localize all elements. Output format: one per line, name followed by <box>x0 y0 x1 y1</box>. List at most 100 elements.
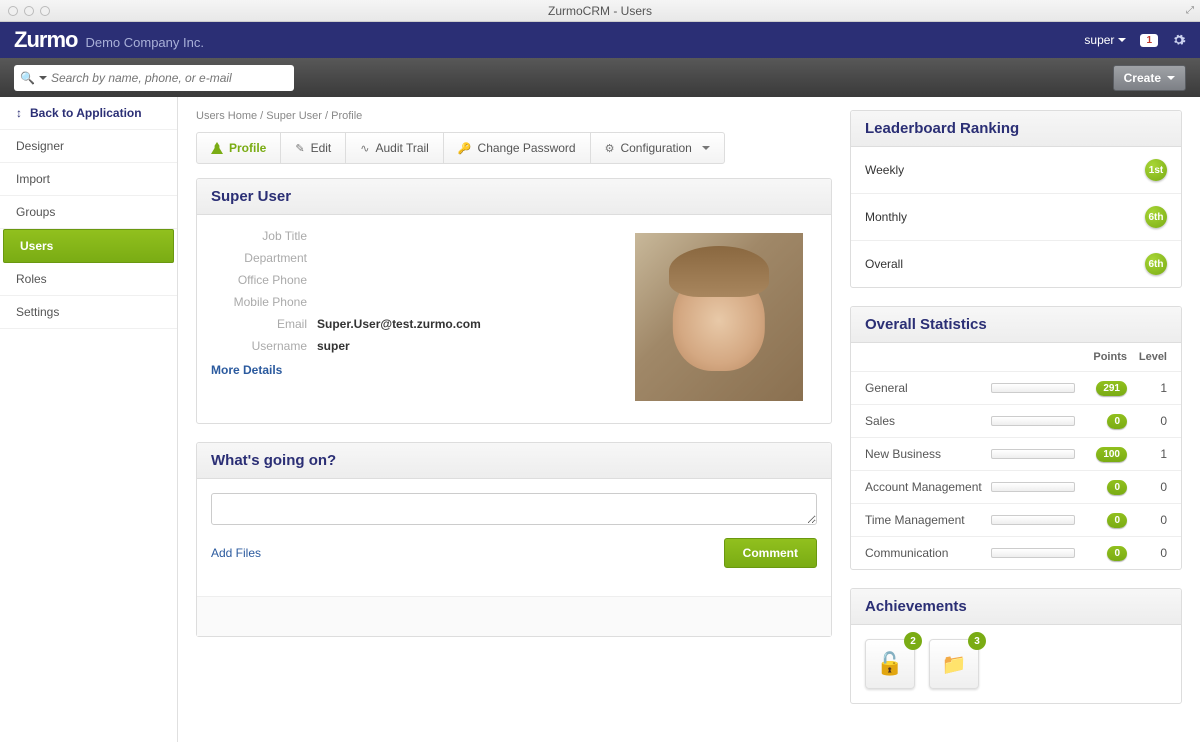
stat-row: Communication 00 <box>851 536 1181 569</box>
sidebar-item-roles[interactable]: Roles <box>0 263 177 296</box>
lock-open-icon: 🔓 <box>876 651 903 677</box>
stat-points-pill: 0 <box>1107 546 1127 561</box>
username-value: super <box>317 339 350 353</box>
tab-change-password[interactable]: 🔑 Change Password <box>443 132 591 164</box>
achievements-title: Achievements <box>851 589 1181 625</box>
comment-button[interactable]: Comment <box>724 538 817 568</box>
stat-progress-bar <box>991 548 1075 558</box>
achievement-item[interactable]: 📁 3 <box>929 639 979 689</box>
leaderboard-row-overall: Overall 6th <box>851 241 1181 287</box>
stat-row: Sales00 <box>851 404 1181 437</box>
activity-panel-title: What's going on? <box>197 443 831 479</box>
stat-points-pill: 0 <box>1107 513 1127 528</box>
brand-logo[interactable]: Zurmo Demo Company Inc. <box>14 27 204 53</box>
stat-progress-bar <box>991 482 1075 492</box>
stat-points-pill: 291 <box>1096 381 1127 396</box>
create-button[interactable]: Create <box>1113 65 1186 91</box>
tab-configuration[interactable]: ⚙ Configuration <box>590 132 725 164</box>
rank-badge: 6th <box>1145 253 1167 275</box>
user-avatar <box>635 233 803 401</box>
sidebar-back-label: Back to Application <box>30 106 142 120</box>
close-window-icon[interactable] <box>8 6 18 16</box>
stats-header: Points Level <box>851 343 1181 371</box>
admin-sidebar: ↕ Back to Application Designer Import Gr… <box>0 97 178 742</box>
folder-icon: 📁 <box>942 652 967 677</box>
arrow-left-icon: ↕ <box>16 106 22 120</box>
breadcrumb-current: Profile <box>331 110 362 122</box>
zoom-window-icon[interactable] <box>40 6 50 16</box>
department-label: Department <box>197 251 317 265</box>
tab-edit[interactable]: ✎ Edit <box>280 132 346 164</box>
chevron-down-icon <box>702 146 710 150</box>
settings-gear-icon[interactable] <box>1172 33 1186 47</box>
notification-badge[interactable]: 1 <box>1140 34 1158 47</box>
leaderboard-row-monthly: Monthly 6th <box>851 194 1181 241</box>
leaderboard-panel: Leaderboard Ranking Weekly 1st Monthly 6… <box>850 110 1182 288</box>
maximize-icon[interactable]: ⤢ <box>1186 5 1194 16</box>
search-input[interactable] <box>51 71 288 85</box>
mobile-phone-label: Mobile Phone <box>197 295 317 309</box>
breadcrumb-super-user[interactable]: Super User <box>266 110 322 122</box>
stat-label: New Business <box>865 447 989 461</box>
breadcrumb-users-home[interactable]: Users Home <box>196 110 257 122</box>
email-label: Email <box>197 317 317 331</box>
sidebar-item-settings[interactable]: Settings <box>0 296 177 329</box>
stat-progress-bar <box>991 515 1075 525</box>
search-icon: 🔍 <box>20 71 35 85</box>
sidebar-item-import[interactable]: Import <box>0 163 177 196</box>
stat-points-pill: 0 <box>1107 480 1127 495</box>
sidebar-back-link[interactable]: ↕ Back to Application <box>0 97 177 130</box>
leaderboard-title: Leaderboard Ranking <box>851 111 1181 147</box>
stat-level: 0 <box>1127 546 1167 560</box>
window-titlebar: ZurmoCRM - Users ⤢ <box>0 0 1200 22</box>
stat-label: Account Management <box>865 480 989 494</box>
activity-textarea[interactable] <box>211 493 817 525</box>
sidebar-item-designer[interactable]: Designer <box>0 130 177 163</box>
profile-panel: Super User Job Title Department Office P… <box>196 178 832 424</box>
minimize-window-icon[interactable] <box>24 6 34 16</box>
tab-profile[interactable]: Profile <box>196 132 281 164</box>
activity-panel: What's going on? Add Files Comment <box>196 442 832 637</box>
stat-label: Sales <box>865 414 989 428</box>
stat-level: 1 <box>1127 381 1167 395</box>
job-title-label: Job Title <box>197 229 317 243</box>
stat-progress-bar <box>991 383 1075 393</box>
leaderboard-row-weekly: Weekly 1st <box>851 147 1181 194</box>
stat-label: Communication <box>865 546 989 560</box>
stat-row: New Business1001 <box>851 437 1181 470</box>
achievement-item[interactable]: 🔓 2 <box>865 639 915 689</box>
person-icon <box>211 142 223 154</box>
user-menu-label: super <box>1084 33 1114 47</box>
stat-row: General2911 <box>851 371 1181 404</box>
search-toolbar: 🔍 Create <box>0 58 1200 97</box>
pencil-icon: ✎ <box>295 142 304 155</box>
profile-panel-title: Super User <box>197 179 831 215</box>
add-files-link[interactable]: Add Files <box>211 546 261 560</box>
global-search[interactable]: 🔍 <box>14 65 294 91</box>
username-label: Username <box>197 339 317 353</box>
stat-level: 0 <box>1127 513 1167 527</box>
office-phone-label: Office Phone <box>197 273 317 287</box>
achievement-count: 2 <box>904 632 922 650</box>
stat-row: Time Management00 <box>851 503 1181 536</box>
breadcrumb: Users Home / Super User / Profile <box>196 110 832 122</box>
gear-icon: ⚙ <box>605 142 615 155</box>
audit-icon: ∿ <box>360 142 369 155</box>
stat-progress-bar <box>991 449 1075 459</box>
brand-name: Zurmo <box>14 27 77 53</box>
window-controls[interactable] <box>0 6 50 16</box>
achievements-panel: Achievements 🔓 2 📁 3 <box>850 588 1182 704</box>
stat-level: 1 <box>1127 447 1167 461</box>
sidebar-item-users[interactable]: Users <box>3 229 174 263</box>
tab-audit-trail[interactable]: ∿ Audit Trail <box>345 132 444 164</box>
more-details-link[interactable]: More Details <box>197 357 615 377</box>
brand-subtitle: Demo Company Inc. <box>85 35 204 50</box>
stats-panel: Overall Statistics Points Level General2… <box>850 306 1182 570</box>
key-icon: 🔑 <box>458 142 472 155</box>
achievement-count: 3 <box>968 632 986 650</box>
activity-feed <box>197 596 831 636</box>
search-scope-dropdown-icon[interactable] <box>39 76 47 80</box>
user-menu[interactable]: super <box>1084 33 1126 47</box>
stat-level: 0 <box>1127 414 1167 428</box>
sidebar-item-groups[interactable]: Groups <box>0 196 177 229</box>
